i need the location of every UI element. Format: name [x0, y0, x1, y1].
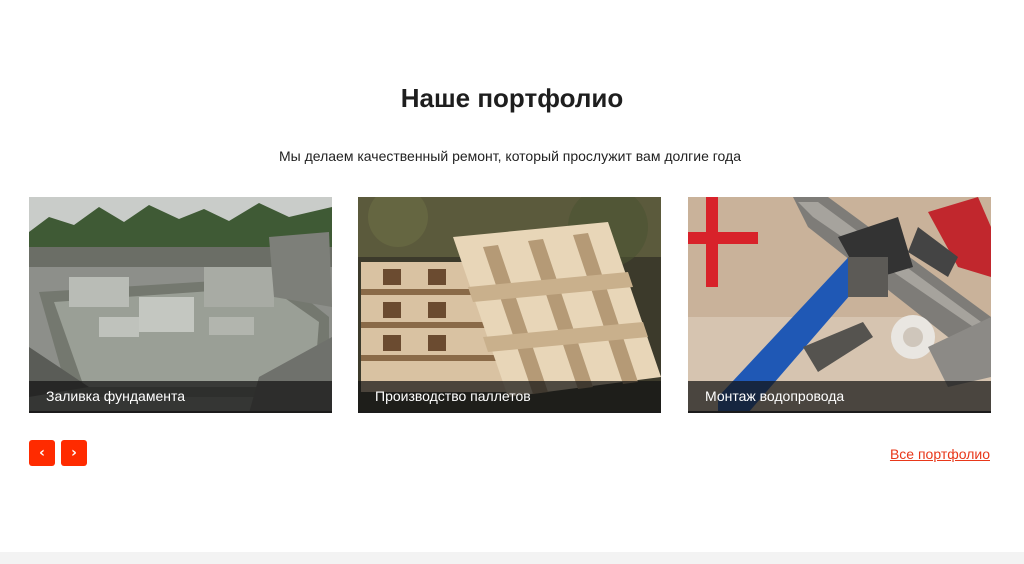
portfolio-caption: Производство паллетов — [358, 381, 661, 413]
portfolio-card-foundation[interactable]: Заливка фундамента — [29, 197, 332, 413]
prev-button[interactable]: ‹ — [29, 440, 55, 466]
portfolio-card-plumbing[interactable]: Монтаж водопровода — [688, 197, 991, 413]
section-subtitle: Мы делаем качественный ремонт, который п… — [279, 148, 741, 164]
section-title: Наше портфолио — [400, 83, 624, 113]
portfolio-card-pallets[interactable]: Производство паллетов — [358, 197, 661, 413]
all-portfolio-link[interactable]: Все портфолио — [890, 446, 990, 462]
footer-strip — [0, 552, 1024, 564]
portfolio-caption: Монтаж водопровода — [688, 381, 991, 413]
next-button[interactable]: › — [61, 440, 87, 466]
portfolio-caption: Заливка фундамента — [29, 381, 332, 413]
